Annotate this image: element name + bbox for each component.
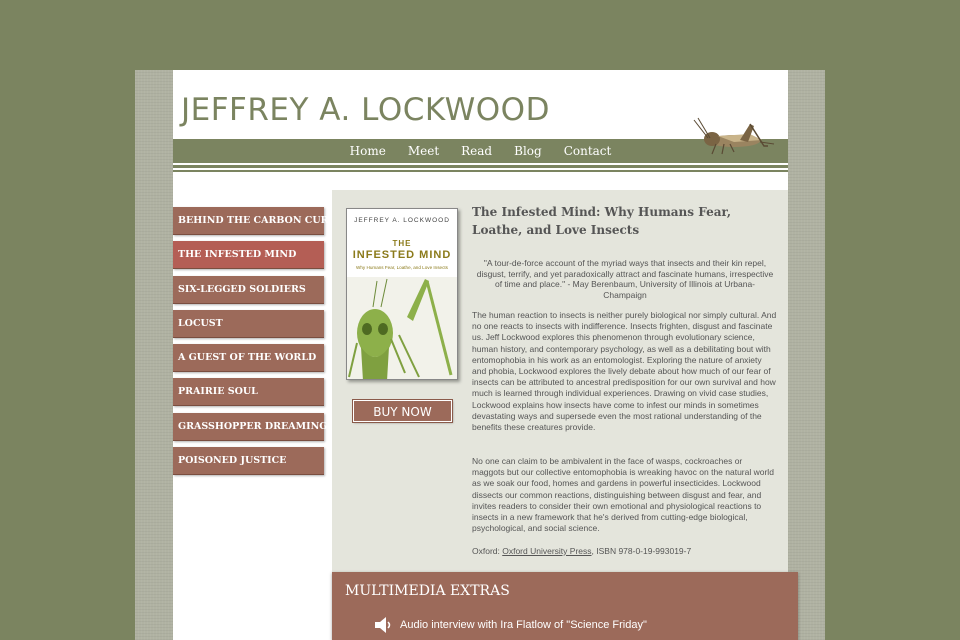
nav-meet[interactable]: Meet <box>408 144 439 158</box>
book-review-quote: "A tour-de-force account of the myriad w… <box>476 258 774 300</box>
publisher-prefix: Oxford: <box>472 546 503 556</box>
sidebar-item-six-legged-soldiers[interactable]: SIX-LEGGED SOLDIERS <box>173 275 324 304</box>
site-title[interactable]: JEFFREY A. LOCKWOOD <box>181 92 550 128</box>
grasshopper-logo <box>693 117 775 155</box>
audio-interview-link[interactable]: Audio interview with Ira Flatlow of "Sci… <box>400 619 647 631</box>
sidebar-item-grasshopper-dreaming[interactable]: GRASSHOPPER DREAMING <box>173 412 327 441</box>
book-sidebar: BEHIND THE CARBON CURTAIN THE INFESTED M… <box>173 207 355 481</box>
cover-author: JEFFREY A. LOCKWOOD <box>354 217 450 224</box>
nav-blog[interactable]: Blog <box>514 144 542 158</box>
isbn: , ISBN 978-0-19-993019-7 <box>591 546 692 556</box>
buy-now-button[interactable]: BUY NOW <box>352 399 453 423</box>
cover-title: THE <box>392 239 412 248</box>
grasshopper-image <box>347 277 457 379</box>
nav-divider <box>173 165 788 168</box>
book-description: No one can claim to be ambivalent in the… <box>472 456 774 534</box>
sidebar-item-poisoned-justice[interactable]: POISONED JUSTICE <box>173 447 324 476</box>
sidebar-item-prairie-soul[interactable]: PRAIRIE SOUL <box>173 378 324 407</box>
speaker-icon[interactable] <box>373 614 395 636</box>
publisher-link[interactable]: Oxford University Press <box>502 546 591 556</box>
cover-subtitle: Why Humans Fear, Loathe, and Love Insect… <box>356 265 448 270</box>
book-title: The Infested Mind: Why Humans Fear, Loat… <box>472 205 732 237</box>
sidebar-item-locust[interactable]: LOCUST <box>173 309 324 338</box>
cover-title: INFESTED MIND <box>352 249 452 261</box>
sidebar-item-infested-mind[interactable]: THE INFESTED MIND <box>173 241 324 270</box>
sidebar-item-guest-of-the-world[interactable]: A GUEST OF THE WORLD <box>173 344 324 373</box>
sidebar-item-carbon-curtain[interactable]: BEHIND THE CARBON CURTAIN <box>173 207 355 235</box>
book-description: The human reaction to insects is neither… <box>472 310 777 433</box>
multimedia-title: MULTIMEDIA EXTRAS <box>345 583 510 599</box>
nav-divider <box>173 170 788 172</box>
publisher-info: Oxford: Oxford University Press, ISBN 97… <box>472 546 691 556</box>
nav-read[interactable]: Read <box>461 144 492 158</box>
book-cover[interactable]: JEFFREY A. LOCKWOOD THE INFESTED MIND Wh… <box>346 208 458 380</box>
nav-home[interactable]: Home <box>350 144 386 158</box>
nav-contact[interactable]: Contact <box>564 144 612 158</box>
